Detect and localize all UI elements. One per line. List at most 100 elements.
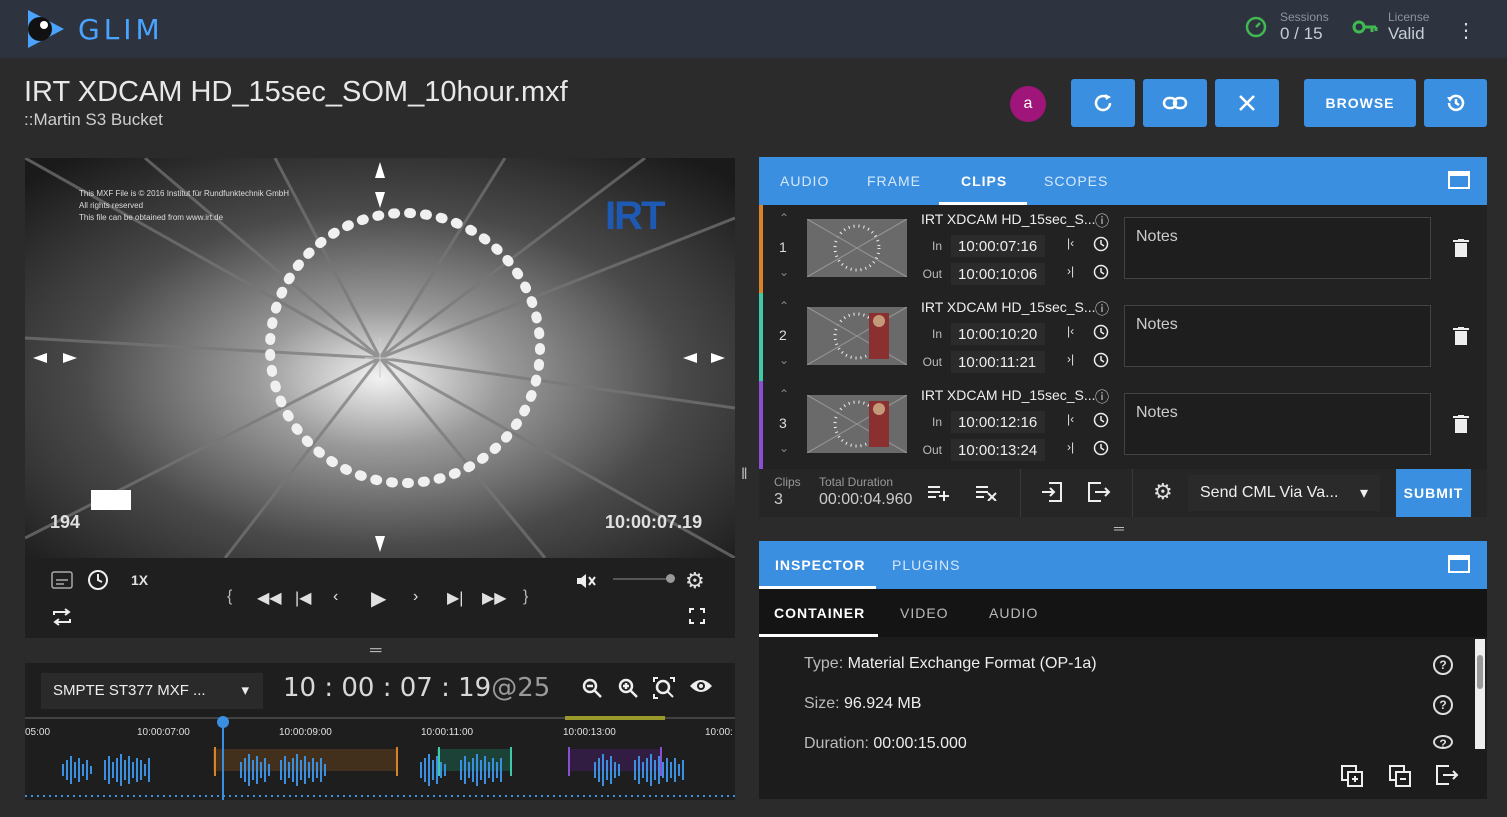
volume-slider[interactable] bbox=[613, 578, 671, 580]
tab-plugins[interactable]: PLUGINS bbox=[892, 557, 960, 573]
playback-speed[interactable]: 1X bbox=[131, 572, 148, 588]
scrollbar[interactable] bbox=[1475, 639, 1485, 749]
logo[interactable]: GLIM bbox=[24, 8, 164, 50]
zoom-out-icon[interactable] bbox=[581, 677, 603, 705]
expand-panel-icon[interactable] bbox=[1448, 171, 1470, 192]
subtab-container[interactable]: CONTAINER bbox=[774, 605, 865, 621]
go-to-end-icon[interactable]: ▶| bbox=[447, 588, 463, 608]
in-timecode[interactable]: 10:00:10:20 bbox=[951, 323, 1045, 345]
info-icon[interactable]: ⓘ bbox=[1095, 211, 1109, 231]
avatar[interactable]: a bbox=[1010, 86, 1046, 122]
set-in-clock-icon[interactable] bbox=[1093, 412, 1109, 433]
step-forward-icon[interactable]: › bbox=[413, 588, 418, 606]
settings-icon[interactable]: ⚙ bbox=[1153, 479, 1173, 505]
rewind-icon[interactable]: ◀◀ bbox=[257, 588, 282, 608]
tab-inspector[interactable]: INSPECTOR bbox=[775, 557, 865, 573]
player-resize-handle[interactable]: ═ bbox=[370, 642, 381, 660]
notes-field[interactable]: Notes bbox=[1124, 305, 1431, 367]
tab-scopes[interactable]: SCOPES bbox=[1044, 173, 1108, 189]
add-clip-icon[interactable] bbox=[927, 483, 949, 506]
move-up-icon[interactable]: ⌃ bbox=[779, 299, 789, 313]
timeline-track[interactable] bbox=[25, 714, 735, 800]
out-timecode[interactable]: 10:00:11:21 bbox=[951, 351, 1045, 373]
set-out-clock-icon[interactable] bbox=[1093, 440, 1109, 461]
help-icon[interactable]: ? bbox=[1433, 735, 1453, 749]
move-down-icon[interactable]: ⌄ bbox=[779, 265, 789, 279]
fast-forward-icon[interactable]: ▶▶ bbox=[482, 588, 507, 608]
go-to-out-icon[interactable]: ›| bbox=[1067, 264, 1074, 278]
zoom-fit-icon[interactable] bbox=[653, 677, 675, 705]
clock-icon[interactable] bbox=[87, 569, 109, 596]
copy-icon[interactable] bbox=[1341, 765, 1363, 792]
clear-clips-icon[interactable] bbox=[975, 483, 997, 506]
notes-field[interactable]: Notes bbox=[1124, 393, 1431, 455]
move-up-icon[interactable]: ⌃ bbox=[779, 387, 789, 401]
set-in-clock-icon[interactable] bbox=[1093, 324, 1109, 345]
clip-row[interactable]: ⌃ 3 ⌄ IRT XDCAM HD_15sec_S... ⓘ In 10:00… bbox=[759, 381, 1487, 469]
tab-clips[interactable]: CLIPS bbox=[961, 173, 1007, 189]
visibility-icon[interactable] bbox=[689, 677, 713, 701]
refresh-button[interactable] bbox=[1071, 79, 1135, 127]
video-player[interactable]: This MXF File is © 2016 Institut für Run… bbox=[25, 158, 735, 558]
go-to-in-icon[interactable]: |‹ bbox=[1067, 324, 1074, 338]
more-menu-icon[interactable]: ⋮ bbox=[1456, 18, 1476, 43]
export-icon[interactable] bbox=[1435, 765, 1459, 790]
link-button[interactable] bbox=[1143, 79, 1207, 127]
vertical-resize-handle[interactable]: ‖ bbox=[741, 466, 748, 484]
tab-audio[interactable]: AUDIO bbox=[780, 173, 829, 189]
go-to-start-icon[interactable]: |◀ bbox=[295, 588, 311, 608]
panel-resize-handle[interactable]: ═ bbox=[1114, 520, 1124, 536]
subtab-video[interactable]: VIDEO bbox=[900, 605, 949, 621]
go-to-out-icon[interactable]: ›| bbox=[1067, 440, 1074, 454]
mute-icon[interactable] bbox=[575, 571, 597, 596]
go-to-in-icon[interactable]: |‹ bbox=[1067, 412, 1074, 426]
out-timecode[interactable]: 10:00:10:06 bbox=[951, 263, 1045, 285]
out-timecode[interactable]: 10:00:13:24 bbox=[951, 439, 1045, 461]
delete-icon[interactable] bbox=[1453, 415, 1469, 438]
browse-button[interactable]: BROWSE bbox=[1304, 79, 1416, 127]
import-icon[interactable] bbox=[1041, 482, 1063, 507]
move-down-icon[interactable]: ⌄ bbox=[779, 441, 789, 455]
set-in-clock-icon[interactable] bbox=[1093, 236, 1109, 257]
fullscreen-icon[interactable] bbox=[689, 608, 705, 629]
info-icon[interactable]: ⓘ bbox=[1095, 387, 1109, 407]
in-timecode[interactable]: 10:00:12:16 bbox=[951, 411, 1045, 433]
export-icon[interactable] bbox=[1087, 482, 1111, 507]
info-icon[interactable]: ⓘ bbox=[1095, 299, 1109, 319]
close-button[interactable] bbox=[1215, 79, 1279, 127]
timeline[interactable]: SMPTE ST377 MXF ... ▾ 10 : 00 : 07 : 19@… bbox=[25, 663, 735, 800]
in-timecode[interactable]: 10:00:07:16 bbox=[951, 235, 1045, 257]
help-icon[interactable]: ? bbox=[1433, 695, 1453, 715]
set-out-clock-icon[interactable] bbox=[1093, 352, 1109, 373]
subtab-audio[interactable]: AUDIO bbox=[989, 605, 1038, 621]
timecode-format-select[interactable]: SMPTE ST377 MXF ... ▾ bbox=[41, 673, 263, 709]
step-back-icon[interactable]: ‹ bbox=[333, 588, 338, 606]
expand-panel-icon[interactable] bbox=[1448, 555, 1470, 576]
clip-thumbnail[interactable] bbox=[807, 395, 907, 453]
tab-frame[interactable]: FRAME bbox=[867, 173, 921, 189]
move-up-icon[interactable]: ⌃ bbox=[779, 211, 789, 225]
clip-row[interactable]: ⌃ 2 ⌄ IRT XDCAM HD_15sec_S... ⓘ In 10:00… bbox=[759, 293, 1487, 381]
zoom-in-icon[interactable] bbox=[617, 677, 639, 705]
duplicate-icon[interactable] bbox=[1389, 765, 1411, 792]
submit-button[interactable]: SUBMIT bbox=[1396, 469, 1471, 517]
delete-icon[interactable] bbox=[1453, 239, 1469, 262]
clip-thumbnail[interactable] bbox=[807, 219, 907, 277]
clip-row[interactable]: ⌃ 1 ⌄ IRT XDCAM HD_15sec_S... ⓘ In 10:00… bbox=[759, 205, 1487, 293]
history-button[interactable] bbox=[1424, 79, 1487, 127]
clip-thumbnail[interactable] bbox=[807, 307, 907, 365]
send-cml-select[interactable]: Send CML Via Va... ▾ bbox=[1188, 475, 1380, 511]
notes-field[interactable]: Notes bbox=[1124, 217, 1431, 279]
go-to-in-icon[interactable]: |‹ bbox=[1067, 236, 1074, 250]
delete-icon[interactable] bbox=[1453, 327, 1469, 350]
mark-out-icon[interactable]: } bbox=[523, 588, 528, 606]
help-icon[interactable]: ? bbox=[1433, 655, 1453, 675]
scrollbar-thumb[interactable] bbox=[1477, 655, 1483, 689]
play-icon[interactable]: ▶ bbox=[371, 586, 386, 611]
mark-in-icon[interactable]: { bbox=[227, 588, 232, 606]
volume-handle[interactable] bbox=[666, 574, 675, 583]
go-to-out-icon[interactable]: ›| bbox=[1067, 352, 1074, 366]
loop-icon[interactable] bbox=[51, 607, 73, 632]
move-down-icon[interactable]: ⌄ bbox=[779, 353, 789, 367]
subtitles-icon[interactable] bbox=[51, 571, 73, 594]
